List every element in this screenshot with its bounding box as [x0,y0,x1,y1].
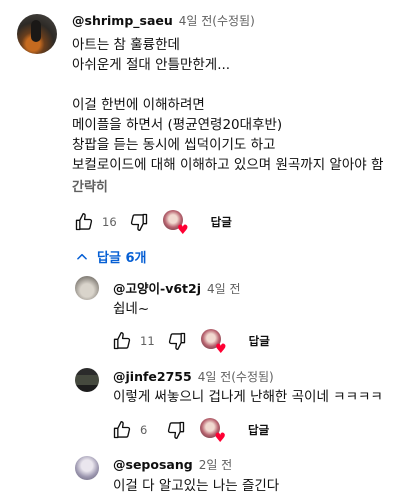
reply-button[interactable]: 답글 [242,418,275,442]
avatar[interactable] [75,368,99,392]
comment-time[interactable]: 2일 전 [199,458,233,472]
heart-icon: ♥ [214,342,227,357]
reply-comment: @고양이-v6t2j 4일 전 쉽네~ 11 ♥ 답글 [0,270,416,360]
like-button[interactable] [72,210,96,234]
heart-icon: ♥ [176,223,189,238]
like-count: 6 [140,423,148,437]
comment-actions: 6 ♥ 답글 [110,418,275,446]
reply-button[interactable]: 답글 [205,210,238,234]
comment-text: 이렇게 써놓으니 겁나게 난해한 곡이네 ㅋㅋㅋㅋ [113,389,383,405]
reply-comment: @seposang 2일 전 이걸 다 알고있는 나는 즐긴다 [0,450,416,502]
comment-actions: 11 ♥ 답글 [110,329,276,357]
author-name[interactable]: @jinfe2755 [113,369,192,384]
thumbs-up-icon [75,213,93,231]
comment-time[interactable]: 4일 전(수정됨) [198,370,274,384]
comment-author[interactable]: @고양이-v6t2j 4일 전 [113,278,241,297]
show-less-link[interactable]: 간략히 [72,178,108,198]
comment-author[interactable]: @seposang 2일 전 [113,456,232,473]
comment-text: 이걸 다 알고있는 나는 즐긴다 [113,478,280,494]
reply-button[interactable]: 답글 [243,329,276,353]
thumbs-up-icon [113,332,131,350]
comment-text: 아트는 참 훌륭한데 아쉬운게 절대 안틀만한게... 이걸 한번에 이해하려면… [72,37,384,173]
comment-author[interactable]: @jinfe2755 4일 전(수정됨) [113,368,274,385]
avatar[interactable] [75,456,99,480]
comment-text: 쉽네~ [113,301,150,317]
dislike-button[interactable] [165,329,189,353]
creator-heart: ♥ [200,329,227,357]
author-name[interactable]: @shrimp_saeu [72,13,173,28]
dislike-button[interactable] [127,210,151,234]
creator-heart: ♥ [162,210,189,238]
like-count: 11 [140,334,155,348]
heart-icon: ♥ [214,431,226,446]
thumbs-down-icon [167,421,185,439]
comment-time[interactable]: 4일 전 [207,282,241,296]
replies-toggle[interactable]: 답글 6개 [75,247,146,266]
thumbs-down-icon [168,332,185,350]
replies-toggle-label[interactable]: 답글 6개 [97,247,146,266]
creator-heart: ♥ [200,418,226,446]
reply-comment: @jinfe2755 4일 전(수정됨) 이렇게 써놓으니 겁나게 난해한 곡이네… [0,362,416,450]
chevron-up-icon [77,253,87,260]
comment-author[interactable]: @shrimp_saeu 4일 전(수정됨) [72,12,255,29]
like-button[interactable] [110,329,134,353]
author-name[interactable]: @고양이-v6t2j [113,281,201,296]
avatar[interactable] [75,276,99,300]
comment-time[interactable]: 4일 전(수정됨) [179,14,255,28]
author-name[interactable]: @seposang [113,457,193,472]
avatar[interactable] [17,14,57,54]
thumbs-down-icon [130,213,147,231]
comment-actions: 16 ♥ 답글 [72,210,238,238]
thumbs-up-icon [113,421,131,439]
main-comment: @shrimp_saeu 4일 전(수정됨) 아트는 참 훌륭한데 아쉬운게 절대… [0,0,416,240]
like-count: 16 [102,215,117,229]
like-button[interactable] [110,418,134,442]
dislike-button[interactable] [164,418,188,442]
